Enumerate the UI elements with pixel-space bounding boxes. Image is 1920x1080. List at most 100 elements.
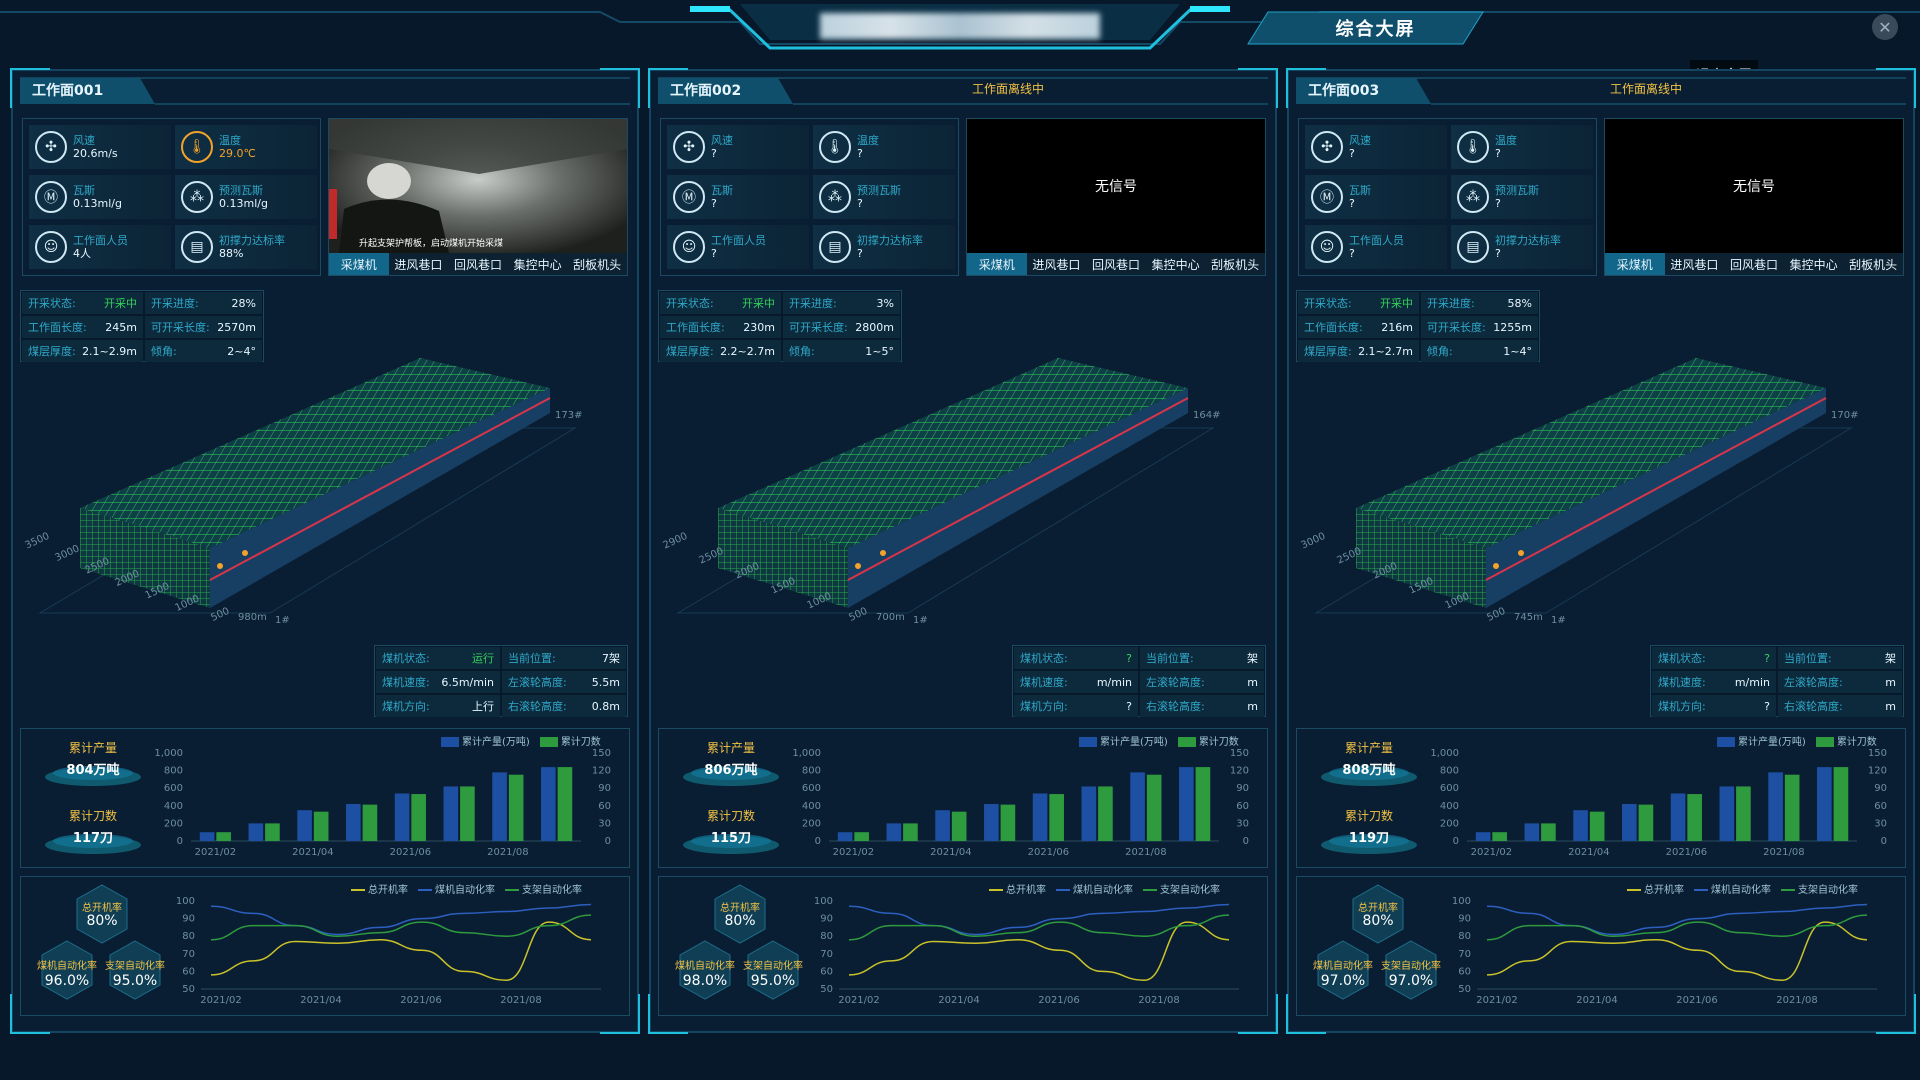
tab-control-center[interactable]: 集控中心 xyxy=(508,253,568,275)
bar-output xyxy=(1179,767,1194,841)
info-label: 右滚轮高度: xyxy=(508,700,567,713)
info-value: 28% xyxy=(231,296,256,310)
y-tick: 80 xyxy=(1458,931,1471,942)
metric-value: ? xyxy=(857,196,863,210)
bar-output xyxy=(1130,772,1145,841)
x-tick: 2021/04 xyxy=(300,995,342,1006)
info-label: 煤机方向: xyxy=(1020,700,1068,713)
tab-intake-entry[interactable]: 进风巷口 xyxy=(1665,253,1725,275)
info-value: 运行 xyxy=(472,652,494,665)
info-label: 煤层厚度: xyxy=(28,345,76,358)
production-box: 累计产量 808万吨 累计刀数 119刀 累计产量(万吨) 累计刀数 1,000… xyxy=(1296,728,1906,868)
metric-value: ? xyxy=(857,246,863,260)
tab-return-entry[interactable]: 回风巷口 xyxy=(1724,253,1784,275)
close-icon[interactable]: ✕ xyxy=(1872,14,1898,40)
tab-control-center[interactable]: 集控中心 xyxy=(1784,253,1844,275)
video-screen[interactable]: 无信号 xyxy=(967,119,1265,253)
tab-intake-entry[interactable]: 进风巷口 xyxy=(1027,253,1087,275)
info-value: 上行 xyxy=(472,700,494,713)
info-value: 6.5m/min xyxy=(441,675,494,689)
info-label: 左滚轮高度: xyxy=(508,676,567,689)
info-value: 58% xyxy=(1507,296,1532,310)
total-rate-value: 80% xyxy=(724,913,756,929)
x-tick: 2021/04 xyxy=(292,847,334,858)
y-tick: 800 xyxy=(1440,766,1459,777)
production-box: 累计产量 804万吨 累计刀数 117刀 累计产量(万吨) 累计刀数 1,000… xyxy=(20,728,630,868)
app-title xyxy=(805,6,1115,46)
tab-overview[interactable]: 综合大屏 xyxy=(1268,10,1483,46)
series-line xyxy=(1486,921,1868,981)
redacted-title xyxy=(820,13,1100,39)
tab-conveyor-head[interactable]: 刮板机头 xyxy=(1843,253,1903,275)
total-rate-label: 总开机率 xyxy=(82,903,122,914)
info-label: 当前位置: xyxy=(1146,652,1194,665)
tab-return-entry[interactable]: 回风巷口 xyxy=(1086,253,1146,275)
y2-tick: 0 xyxy=(605,836,611,847)
tab-shearer[interactable]: 采煤机 xyxy=(967,253,1027,275)
metric-temp: 🌡 温度? xyxy=(1451,125,1593,169)
y2-tick: 0 xyxy=(1243,836,1249,847)
metric-people: ☺ 工作面人员? xyxy=(1305,225,1447,269)
y-tick: 50 xyxy=(182,984,195,995)
tab-conveyor-head[interactable]: 刮板机头 xyxy=(1205,253,1265,275)
y2-tick: 90 xyxy=(598,783,611,794)
x-tick: 2021/08 xyxy=(1763,847,1805,858)
coal-seam-3d-model: 170# 1# 745m 30002500200015001000500 xyxy=(1300,358,1858,626)
metric-value: 4人 xyxy=(73,246,91,260)
metric-value: ? xyxy=(711,246,717,260)
bar-cuts xyxy=(460,786,475,841)
info-value: 0.8m xyxy=(591,699,620,713)
bar-cuts xyxy=(1195,767,1211,841)
y2-tick: 90 xyxy=(1874,783,1887,794)
sensor-metrics: ✣ 风速? 🌡 温度? Ⓜ 瓦斯? ⁂ 预测瓦斯? ☺ 工作面人员? ▤ 初撑力达标率? xyxy=(1298,118,1597,276)
info-label: 煤机方向: xyxy=(1658,700,1706,713)
video-screen[interactable]: 无信号 xyxy=(1605,119,1903,253)
info-label: 当前位置: xyxy=(1784,652,1832,665)
y-tick: 90 xyxy=(182,914,195,925)
tab-return-entry[interactable]: 回风巷口 xyxy=(448,253,508,275)
info-label: 开采进度: xyxy=(150,297,199,310)
y-tick: 80 xyxy=(182,931,195,942)
thermometer-icon: 🌡 xyxy=(181,131,213,163)
info-label: 开采状态: xyxy=(1304,297,1352,310)
y-tick: 100 xyxy=(1452,896,1471,907)
production-bar-chart: 1,000 150 800 120 600 90 400 60 200 30 0 0 2021/02 20… xyxy=(792,748,1249,858)
bar-output xyxy=(1475,832,1491,841)
info-value: m xyxy=(1247,699,1258,713)
person-icon: ☺ xyxy=(673,231,705,263)
info-label: 煤层厚度: xyxy=(666,345,714,358)
y-tick: 800 xyxy=(164,766,183,777)
tab-control-center[interactable]: 集控中心 xyxy=(1146,253,1206,275)
y-tick: 0 xyxy=(177,836,183,847)
y-tick: 50 xyxy=(1458,984,1471,995)
tab-shearer[interactable]: 采煤机 xyxy=(329,253,389,275)
y2-tick: 150 xyxy=(1868,748,1887,759)
video-screen[interactable]: 升起支架护帮板，启动煤机开始采煤 xyxy=(329,119,627,253)
acc-cuts-value: 115刀 xyxy=(710,831,752,846)
x-tick: 2021/06 xyxy=(390,847,432,858)
y2-tick: 150 xyxy=(1230,748,1249,759)
bar-output xyxy=(541,767,556,841)
tab-conveyor-head[interactable]: 刮板机头 xyxy=(567,253,627,275)
tab-intake-entry[interactable]: 进风巷口 xyxy=(389,253,449,275)
acc-cuts-value: 117刀 xyxy=(72,831,114,846)
top-header: 综合大屏 ✕ 退出全屏 xyxy=(0,0,1920,90)
metric-gas: Ⓜ 瓦斯? xyxy=(667,175,809,219)
y-tick: 60 xyxy=(182,966,195,977)
info-value: 1~4° xyxy=(1503,344,1532,358)
y-tick: 100 xyxy=(814,896,833,907)
y2-tick: 60 xyxy=(598,801,611,812)
bar-cuts xyxy=(1146,774,1162,841)
metric-label: 预测瓦斯 xyxy=(219,183,263,197)
depth-tick: 3000 xyxy=(1300,531,1328,552)
series-line xyxy=(210,921,592,981)
metric-value: ? xyxy=(1495,196,1501,210)
depth-tick: 3500 xyxy=(24,531,52,552)
bar-cuts xyxy=(508,774,524,841)
y-tick: 600 xyxy=(1440,783,1459,794)
bar-output xyxy=(443,786,459,841)
metric-label: 风速 xyxy=(1349,133,1371,147)
info-label: 左滚轮高度: xyxy=(1146,676,1205,689)
tab-shearer[interactable]: 采煤机 xyxy=(1605,253,1665,275)
bar-cuts xyxy=(411,794,426,841)
